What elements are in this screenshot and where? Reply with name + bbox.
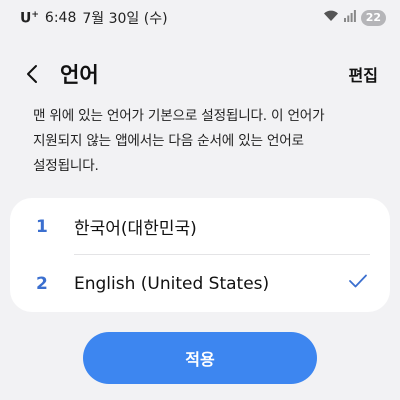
checkmark-icon	[348, 273, 368, 293]
description-line: 설정됩니다.	[33, 158, 99, 174]
status-bar: U+ 6:48 7월 30일 (수) 22	[0, 0, 400, 36]
wifi-icon	[323, 10, 339, 26]
status-right: 22	[323, 10, 386, 26]
chevron-left-icon	[27, 65, 37, 83]
page-title: 언어	[60, 63, 99, 87]
edit-button[interactable]: 편집	[349, 62, 378, 86]
language-list: 1 한국어(대한민국) 2 English (United States)	[10, 198, 390, 312]
language-name: English (United States)	[74, 273, 270, 294]
carrier-sup: +	[31, 9, 39, 20]
carrier-label: U+	[20, 10, 39, 27]
status-left: U+ 6:48 7월 30일 (수)	[20, 8, 168, 28]
carrier-text: U	[20, 10, 32, 27]
description: 맨 위에 있는 언어가 기본으로 설정됩니다. 이 언어가 지원되지 않는 앱에…	[33, 104, 380, 179]
description-line: 맨 위에 있는 언어가 기본으로 설정됩니다. 이 언어가	[33, 108, 325, 124]
description-line: 지원되지 않는 앱에서는 다음 순서에 있는 언어로	[33, 133, 304, 149]
language-name: 한국어(대한민국)	[74, 219, 197, 239]
language-index: 2	[36, 273, 48, 294]
header: 언어 편집	[0, 52, 400, 96]
language-item-english[interactable]: 2 English (United States)	[10, 255, 390, 312]
signal-icon	[343, 10, 356, 26]
apply-button[interactable]: 적용	[83, 332, 317, 384]
date: 7월 30일 (수)	[82, 11, 168, 27]
clock: 6:48	[44, 10, 77, 26]
battery-indicator: 22	[360, 10, 386, 26]
back-button[interactable]	[26, 59, 48, 89]
language-item-korean[interactable]: 1 한국어(대한민국)	[10, 198, 390, 255]
language-index: 1	[36, 216, 48, 237]
